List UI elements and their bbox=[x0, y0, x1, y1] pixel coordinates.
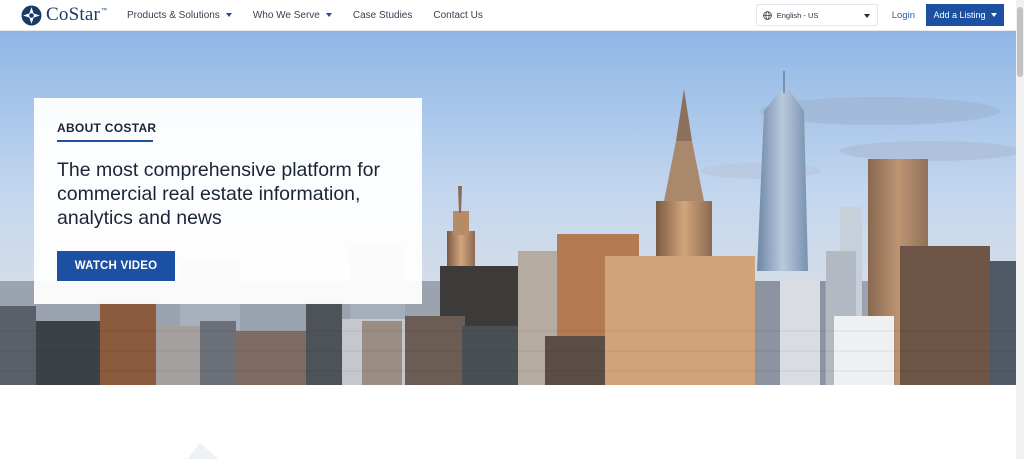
language-select[interactable]: English - US bbox=[755, 4, 878, 26]
globe-icon bbox=[762, 10, 772, 20]
watch-video-button[interactable]: WATCH VIDEO bbox=[57, 251, 175, 281]
page-scrollbar[interactable] bbox=[1016, 0, 1024, 459]
nav-products-solutions[interactable]: Products & Solutions bbox=[127, 10, 232, 21]
about-costar-card: ABOUT COSTAR The most comprehensive plat… bbox=[34, 98, 422, 304]
chevron-down-icon bbox=[225, 13, 232, 17]
hero-banner: ABOUT COSTAR The most comprehensive plat… bbox=[0, 31, 1016, 385]
add-listing-label: Add a Listing bbox=[933, 10, 986, 20]
card-eyebrow: ABOUT COSTAR bbox=[57, 121, 157, 135]
costar-logo[interactable]: CoStar ™ bbox=[21, 0, 107, 31]
logo-wordmark: CoStar bbox=[46, 4, 100, 25]
chevron-down-icon bbox=[990, 13, 997, 17]
login-link[interactable]: Login bbox=[892, 10, 915, 21]
add-listing-button[interactable]: Add a Listing bbox=[926, 4, 1004, 26]
decorative-shape bbox=[187, 443, 219, 459]
hero-headline: The most comprehensive platform for comm… bbox=[57, 159, 380, 229]
chevron-down-icon bbox=[863, 14, 870, 18]
nav-case-studies[interactable]: Case Studies bbox=[353, 10, 412, 21]
main-nav: Products & Solutions Who We Serve Case S… bbox=[127, 0, 504, 31]
nav-item-label: Contact Us bbox=[433, 9, 483, 21]
header-actions: English - US Login Add a Listing bbox=[755, 4, 1004, 26]
nav-item-label: Who We Serve bbox=[252, 9, 320, 21]
content-section bbox=[0, 385, 1016, 459]
eyebrow-underline bbox=[57, 140, 153, 142]
language-value: English - US bbox=[776, 10, 819, 20]
top-navigation-bar: CoStar ™ Products & Solutions Who We Ser… bbox=[0, 0, 1016, 31]
nav-item-label: Products & Solutions bbox=[126, 9, 220, 21]
logo-trademark: ™ bbox=[100, 8, 107, 14]
costar-logo-icon bbox=[21, 5, 42, 25]
chevron-down-icon bbox=[325, 13, 332, 17]
nav-item-label: Case Studies bbox=[352, 9, 413, 21]
scrollbar-thumb[interactable] bbox=[1017, 7, 1023, 77]
nav-who-we-serve[interactable]: Who We Serve bbox=[253, 10, 332, 21]
nav-contact-us[interactable]: Contact Us bbox=[433, 10, 482, 21]
